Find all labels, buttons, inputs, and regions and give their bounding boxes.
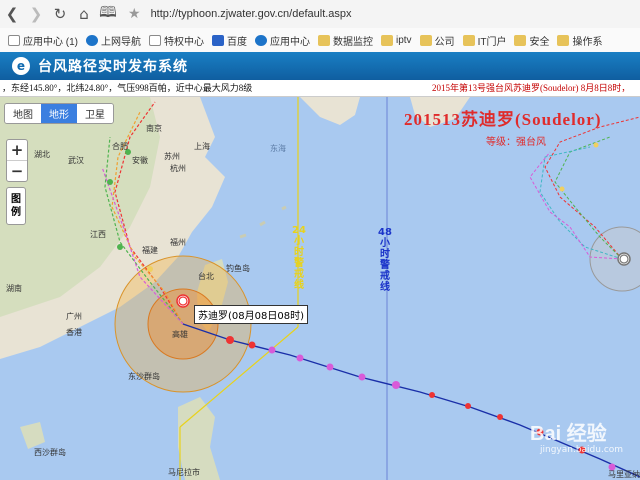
folder-icon xyxy=(462,34,475,46)
place-label: 合肥 xyxy=(112,142,128,151)
track-point xyxy=(358,373,366,381)
bookmark-item[interactable]: IT门户 xyxy=(462,33,506,48)
app-title: 台风路径实时发布系统 xyxy=(38,59,188,75)
reading-view-icon[interactable]: 🕮 xyxy=(96,2,120,26)
typhoon-current-icon xyxy=(176,294,190,308)
track-point xyxy=(226,336,234,344)
back-button[interactable]: ❮ xyxy=(0,2,24,26)
place-label: 湖南 xyxy=(6,284,22,293)
bookmarks-bar: 应用中心 (1) 上网导航 特权中心 百度 应用中心 数据监控 iptv 公司 … xyxy=(0,28,640,53)
track-point xyxy=(559,186,565,192)
place-label: 安徽 xyxy=(132,156,148,165)
zoom-control: + − xyxy=(6,139,28,182)
zoom-out-button[interactable]: − xyxy=(7,160,27,181)
storm-position-tag[interactable]: 苏迪罗(08月08日08时) xyxy=(194,305,308,324)
baidu-watermark-url: jingyan.baidu.com xyxy=(540,445,624,455)
favorite-star-icon[interactable]: ★ xyxy=(128,6,141,22)
bookmark-item[interactable]: iptv xyxy=(381,34,412,46)
forward-button[interactable]: ❯ xyxy=(24,2,48,26)
folder-icon xyxy=(381,34,393,46)
place-label: 高雄 xyxy=(172,330,188,339)
ticker-right-text: 2015年第13号强台风苏迪罗(Soudelor) 8月8日8时， xyxy=(432,83,631,93)
place-label: 福建 xyxy=(142,246,158,255)
track-point xyxy=(593,142,599,148)
place-label: 湖北 xyxy=(34,150,50,159)
place-label: 钓鱼岛 xyxy=(226,264,250,273)
track-point xyxy=(326,363,334,371)
track-point xyxy=(147,266,153,272)
page-icon xyxy=(8,34,20,46)
place-label: 马里亚纳 xyxy=(608,470,640,479)
korea-land xyxy=(300,97,360,125)
track-point xyxy=(465,403,471,409)
ryukyu-islands xyxy=(239,205,287,239)
bookmark-item[interactable]: 百度 xyxy=(212,33,247,48)
hainan-land xyxy=(20,422,45,449)
place-label: 苏州 xyxy=(164,152,180,161)
track-point xyxy=(429,392,435,398)
track-point xyxy=(268,346,276,354)
typhoon-logo-icon: e xyxy=(12,57,30,75)
place-label: 西沙群岛 xyxy=(34,448,66,457)
folder-icon xyxy=(318,34,330,46)
map-type-terrain-button[interactable]: 地形 xyxy=(41,104,77,123)
place-label: 东沙群岛 xyxy=(128,372,160,381)
baidu-paw-icon xyxy=(212,34,224,46)
typhoon-map[interactable]: 地图 地形 卫星 + − 图例 201513苏迪罗(Soudelor) 等级：强… xyxy=(0,97,640,480)
page-icon xyxy=(149,34,161,46)
url-field[interactable]: http://typhoon.zjwater.gov.cn/default.as… xyxy=(151,8,352,20)
map-type-map-button[interactable]: 地图 xyxy=(5,104,41,123)
ticker-left-text: ，东经145.80°，北纬24.80°，气压998百帕，近中心最大风力8级 xyxy=(2,83,253,93)
bookmark-item[interactable]: 应用中心 xyxy=(255,33,310,48)
bookmark-item[interactable]: 安全 xyxy=(514,33,549,48)
place-label: 福州 xyxy=(170,238,186,247)
warning-label-48h: 48小时警戒线 xyxy=(378,227,392,293)
track-point xyxy=(296,354,304,362)
place-label: 武汉 xyxy=(68,156,84,165)
place-label: 江西 xyxy=(90,230,106,239)
ie-icon xyxy=(86,34,98,46)
app-header: e 台风路径实时发布系统 xyxy=(0,52,640,80)
map-type-satellite-button[interactable]: 卫星 xyxy=(77,104,113,123)
track-point xyxy=(392,381,400,389)
place-label: 台北 xyxy=(198,272,214,281)
status-ticker: ，东经145.80°，北纬24.80°，气压998百帕，近中心最大风力8级 20… xyxy=(0,80,640,97)
place-label: 马尼拉市 xyxy=(168,468,200,477)
bookmark-item[interactable]: 数据监控 xyxy=(318,33,373,48)
storm-title: 201513苏迪罗(Soudelor) xyxy=(404,110,602,129)
place-label: 香港 xyxy=(66,328,82,337)
warning-label-24h: 24小时警戒线 xyxy=(292,225,306,291)
place-label: 南京 xyxy=(146,124,162,133)
legend-button[interactable]: 图例 xyxy=(6,187,26,225)
bookmark-item[interactable]: 上网导航 xyxy=(86,33,141,48)
track-point xyxy=(107,179,113,185)
place-label: 杭州 xyxy=(170,164,186,173)
zoom-in-button[interactable]: + xyxy=(7,140,27,160)
track-point xyxy=(248,341,256,349)
track-point xyxy=(497,414,503,420)
address-bar: ❮ ❯ ↻ ⌂ 🕮 ★ http://typhoon.zjwater.gov.c… xyxy=(0,0,640,28)
refresh-button[interactable]: ↻ xyxy=(48,2,72,26)
baidu-watermark: Bai 经验 xyxy=(530,423,607,445)
folder-icon xyxy=(514,34,527,46)
map-type-selector: 地图 地形 卫星 xyxy=(4,103,114,124)
app-icon xyxy=(255,34,267,46)
place-label: 上海 xyxy=(194,142,210,151)
bookmark-item[interactable]: 操作系 xyxy=(557,33,602,48)
bookmark-item[interactable]: 公司 xyxy=(419,33,455,48)
bookmark-item[interactable]: 特权中心 xyxy=(149,33,204,48)
bookmark-item[interactable]: 应用中心 (1) xyxy=(8,33,78,48)
folder-icon xyxy=(557,34,570,46)
track-point xyxy=(117,244,123,250)
home-button[interactable]: ⌂ xyxy=(72,2,96,26)
folder-icon xyxy=(419,34,432,46)
storm-grade: 等级：强台风 xyxy=(486,137,546,148)
place-label: 广州 xyxy=(66,312,82,321)
place-label: 东海 xyxy=(270,144,286,153)
typhoon-other-icon xyxy=(617,252,631,266)
